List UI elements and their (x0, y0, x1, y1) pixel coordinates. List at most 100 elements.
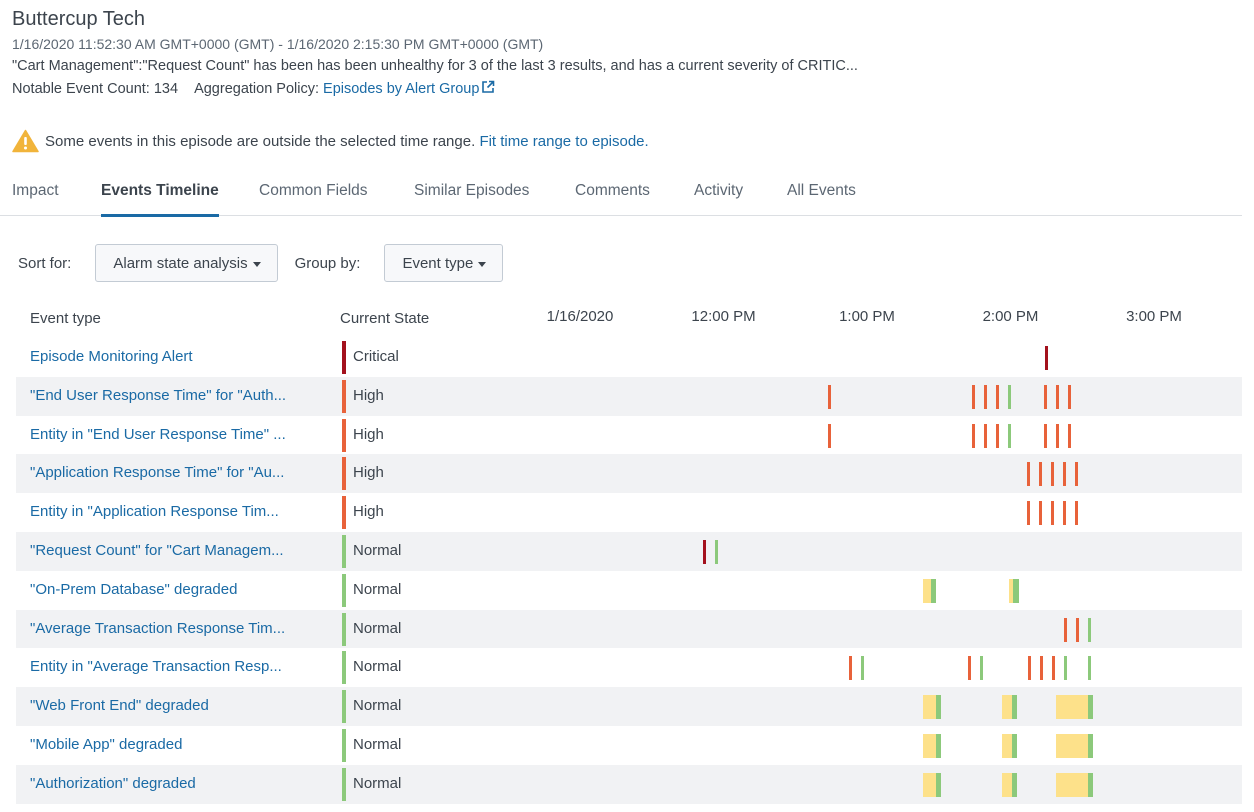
event-mark-high[interactable] (1062, 462, 1066, 487)
event-mark-normal[interactable] (1087, 656, 1091, 681)
tab-similar-episodes[interactable]: Similar Episodes (414, 182, 529, 216)
event-mark-normal[interactable] (931, 578, 937, 603)
state-severity-bar (342, 341, 346, 374)
event-type-link[interactable]: "Application Response Time" for "Au... (30, 454, 284, 492)
event-mark-normal[interactable] (1087, 772, 1093, 797)
event-type-link[interactable]: Entity in "Average Transaction Resp... (30, 648, 282, 686)
event-mark-high[interactable] (1040, 656, 1044, 681)
state-severity-bar (342, 767, 346, 801)
event-mark-normal[interactable] (1007, 384, 1011, 409)
event-mark-medium[interactable] (1002, 772, 1013, 797)
event-mark-high[interactable] (1074, 501, 1078, 526)
event-mark-normal[interactable] (1012, 695, 1018, 720)
warning-triangle-icon (12, 129, 39, 153)
event-mark-high[interactable] (1067, 384, 1071, 409)
caret-down-icon (478, 261, 487, 267)
event-mark-normal[interactable] (714, 539, 718, 564)
event-mark-high[interactable] (1038, 462, 1042, 487)
event-mark-high[interactable] (828, 384, 832, 409)
event-mark-normal[interactable] (936, 695, 942, 720)
tab-impact[interactable]: Impact (12, 182, 59, 216)
event-type-link[interactable]: "End User Response Time" for "Auth... (30, 377, 286, 415)
external-link-icon (482, 80, 495, 93)
tab-comments[interactable]: Comments (575, 182, 650, 216)
event-mark-high[interactable] (995, 384, 999, 409)
event-type-link[interactable]: "Average Transaction Response Tim... (30, 610, 285, 648)
tab-activity[interactable]: Activity (694, 182, 743, 216)
fit-time-range-link[interactable]: Fit time range to episode. (479, 133, 648, 150)
event-mark-high[interactable] (971, 384, 975, 409)
event-mark-normal[interactable] (1007, 423, 1011, 448)
event-type-link[interactable]: "Web Front End" degraded (30, 687, 209, 725)
axis-tick-label: 1:00 PM (839, 308, 895, 325)
time-range-warning: Some events in this episode are outside … (12, 129, 649, 153)
event-mark-high[interactable] (1055, 423, 1059, 448)
event-mark-normal[interactable] (980, 656, 984, 681)
event-mark-high[interactable] (1043, 384, 1047, 409)
event-type-link[interactable]: "Mobile App" degraded (30, 726, 182, 764)
event-mark-normal[interactable] (1012, 772, 1018, 797)
event-type-link[interactable]: "On-Prem Database" degraded (30, 571, 237, 609)
event-mark-high[interactable] (1052, 656, 1056, 681)
event-mark-normal[interactable] (1064, 656, 1067, 681)
state-severity-bar (342, 457, 346, 491)
event-mark-medium[interactable] (1055, 695, 1088, 720)
event-type-link[interactable]: Episode Monitoring Alert (30, 338, 193, 376)
event-type-link[interactable]: "Request Count" for "Cart Managem... (30, 532, 284, 570)
event-mark-high[interactable] (971, 423, 975, 448)
event-mark-normal[interactable] (936, 772, 942, 797)
event-mark-medium[interactable] (1002, 733, 1013, 758)
event-mark-high[interactable] (1050, 462, 1054, 487)
event-mark-high[interactable] (828, 423, 832, 448)
state-severity-bar (342, 612, 346, 646)
event-mark-medium[interactable] (923, 578, 932, 603)
event-mark-high[interactable] (1062, 501, 1066, 526)
group-dropdown[interactable]: Event type (384, 244, 504, 282)
event-mark-normal[interactable] (1012, 733, 1018, 758)
event-mark-high[interactable] (1038, 501, 1042, 526)
event-mark-high[interactable] (1055, 384, 1059, 409)
event-mark-normal[interactable] (1087, 733, 1093, 758)
event-mark-high[interactable] (1067, 423, 1071, 448)
state-severity-bar (342, 496, 346, 530)
event-mark-high[interactable] (995, 423, 999, 448)
event-mark-medium[interactable] (1002, 695, 1013, 720)
event-mark-normal[interactable] (1087, 617, 1091, 642)
event-mark-medium[interactable] (1055, 772, 1088, 797)
event-mark-medium[interactable] (923, 733, 937, 758)
event-mark-medium[interactable] (923, 695, 937, 720)
event-mark-high[interactable] (848, 656, 852, 681)
table-row: Entity in "Application Response Tim... Hi… (16, 493, 1242, 532)
event-mark-critical[interactable] (702, 539, 706, 564)
event-type-link[interactable]: Entity in "Application Response Tim... (30, 493, 279, 531)
event-mark-normal[interactable] (1013, 578, 1020, 603)
event-mark-critical[interactable] (1044, 346, 1048, 370)
event-type-link[interactable]: "Authorization" degraded (30, 765, 196, 803)
event-mark-normal[interactable] (860, 656, 864, 681)
tab-events-timeline[interactable]: Events Timeline (101, 182, 219, 217)
event-mark-normal[interactable] (936, 733, 942, 758)
event-mark-medium[interactable] (1055, 733, 1088, 758)
aggregation-policy-link[interactable]: Episodes by Alert Group (323, 80, 495, 97)
tab-common-fields[interactable]: Common Fields (259, 182, 368, 216)
event-mark-medium[interactable] (923, 772, 937, 797)
event-mark-high[interactable] (1074, 462, 1078, 487)
event-mark-high[interactable] (1026, 501, 1030, 526)
event-type-link[interactable]: Entity in "End User Response Time" ... (30, 416, 286, 454)
event-mark-high[interactable] (983, 423, 987, 448)
event-mark-high[interactable] (1026, 462, 1030, 487)
event-mark-high[interactable] (1064, 617, 1067, 642)
table-row: Entity in "End User Response Time" ... Hi… (16, 416, 1242, 455)
event-mark-high[interactable] (1028, 656, 1032, 681)
event-mark-high[interactable] (983, 384, 987, 409)
event-mark-high[interactable] (1075, 617, 1079, 642)
event-mark-high[interactable] (1043, 423, 1047, 448)
tab-all-events[interactable]: All Events (787, 182, 856, 216)
event-mark-high[interactable] (968, 656, 972, 681)
current-state: Normal (353, 774, 402, 792)
event-mark-high[interactable] (1050, 501, 1054, 526)
event-mark-normal[interactable] (1087, 695, 1093, 720)
notable-event-count: Notable Event Count: 134 (12, 81, 179, 97)
sort-dropdown[interactable]: Alarm state analysis (95, 244, 278, 282)
table-row: "Web Front End" degraded Normal (16, 687, 1242, 726)
